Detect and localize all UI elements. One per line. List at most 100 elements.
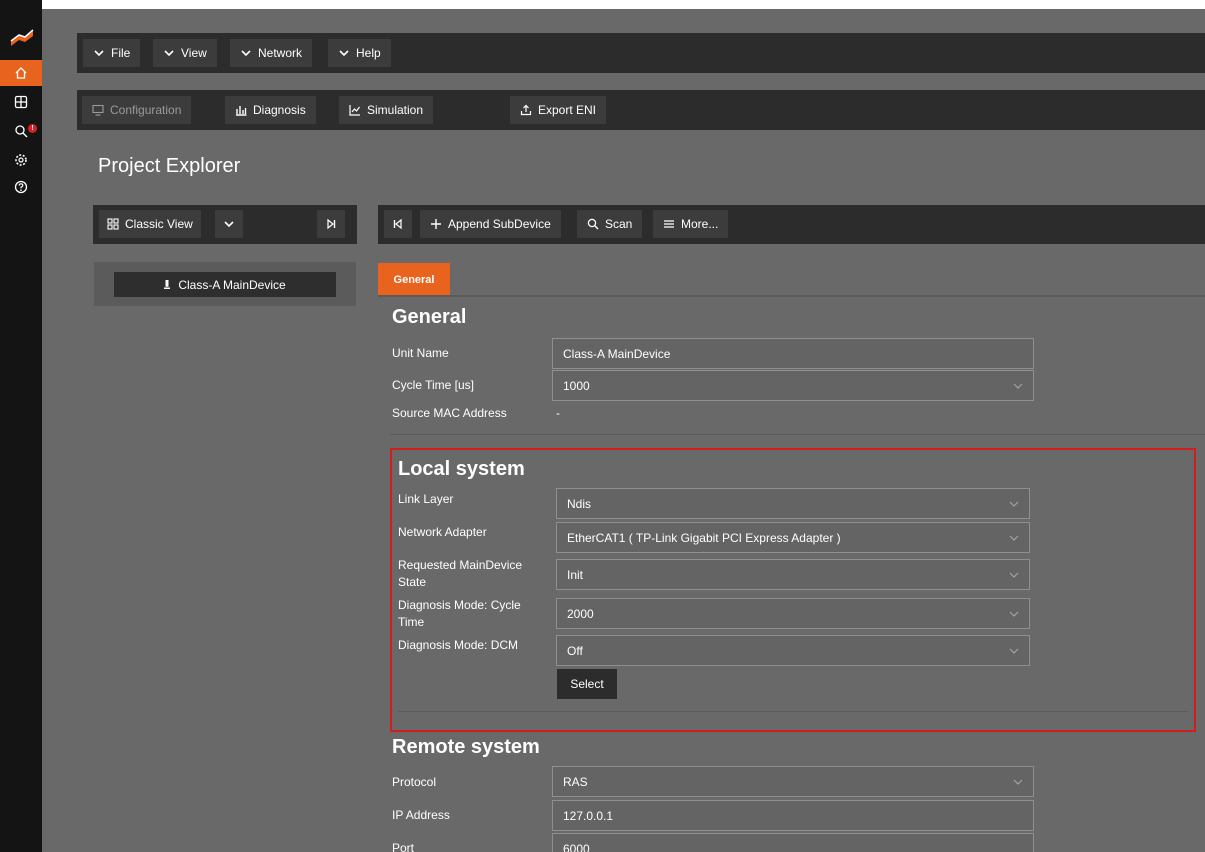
remote-system-heading: Remote system — [392, 736, 540, 758]
tab-general[interactable]: General — [378, 263, 450, 296]
append-subdevice-button[interactable]: Append SubDevice — [420, 210, 561, 238]
collapse-panel-button[interactable] — [317, 210, 345, 238]
cycle-time-select[interactable]: 1000 — [552, 370, 1034, 401]
requested-state-value: Init — [567, 567, 584, 582]
menu-bar: File View Network Help — [77, 33, 1205, 73]
tree-item-maindevice[interactable]: Class-A MainDevice — [114, 272, 336, 297]
local-system-heading: Local system — [398, 458, 525, 480]
grid-view-icon — [107, 218, 119, 230]
home-icon — [15, 67, 27, 79]
chevron-down-icon — [1013, 383, 1023, 389]
gear-icon — [15, 154, 27, 166]
nav-home[interactable] — [0, 60, 42, 86]
export-eni-button[interactable]: Export ENI — [510, 96, 607, 124]
icon-rail: ! — [0, 0, 42, 852]
mac-address-label: Source MAC Address — [392, 406, 507, 420]
explorer-tree: Class-A MainDevice — [94, 262, 356, 306]
nav-grid[interactable] — [0, 89, 42, 115]
more-button[interactable]: More... — [653, 210, 729, 238]
unit-name-value: Class-A MainDevice — [563, 346, 671, 361]
network-adapter-select[interactable]: EtherCAT1 ( TP-Link Gigabit PCI Express … — [556, 522, 1030, 553]
alert-badge: ! — [28, 124, 37, 133]
protocol-select[interactable]: RAS — [552, 766, 1034, 797]
port-value: 6000 — [563, 841, 590, 852]
more-label: More... — [681, 217, 719, 231]
device-toolbar: Append SubDevice Scan More... — [378, 205, 1205, 244]
chevron-down-icon — [224, 221, 234, 228]
chevron-down-icon — [241, 50, 251, 57]
diag-dcm-select[interactable]: Off — [556, 635, 1030, 666]
requested-state-select[interactable]: Init — [556, 559, 1030, 590]
network-adapter-label: Network Adapter — [398, 525, 487, 539]
bar-chart-icon — [236, 106, 247, 116]
chevron-down-icon — [1013, 779, 1023, 785]
link-layer-select[interactable]: Ndis — [556, 488, 1030, 519]
menu-network[interactable]: Network — [230, 39, 313, 67]
plus-icon — [431, 219, 441, 229]
menu-view-label: View — [181, 46, 207, 60]
port-field[interactable]: 6000 — [552, 833, 1034, 852]
toolbar: Configuration Diagnosis Simulation Expor… — [77, 90, 1205, 130]
device-icon — [164, 280, 171, 289]
append-subdevice-label: Append SubDevice — [448, 217, 551, 231]
expand-panel-button[interactable] — [384, 210, 412, 238]
nav-help[interactable] — [0, 174, 42, 200]
diag-cycle-select[interactable]: 2000 — [556, 598, 1030, 629]
skip-forward-icon — [327, 218, 336, 230]
export-eni-label: Export ENI — [538, 103, 597, 117]
chevron-down-icon — [339, 50, 349, 57]
nav-settings[interactable] — [0, 147, 42, 173]
line-chart-icon — [349, 105, 360, 116]
chevron-down-icon — [1009, 611, 1019, 617]
menu-help[interactable]: Help — [328, 39, 391, 67]
configuration-label: Configuration — [110, 103, 182, 117]
monitor-icon — [92, 104, 104, 116]
menu-help-label: Help — [356, 46, 381, 60]
diagnosis-label: Diagnosis — [253, 103, 306, 117]
port-label: Port — [392, 841, 415, 852]
requested-state-label: Requested MainDevice State — [398, 557, 522, 591]
diag-cycle-value: 2000 — [567, 606, 594, 621]
protocol-label: Protocol — [392, 775, 437, 789]
link-layer-value: Ndis — [567, 496, 592, 511]
simulation-button[interactable]: Simulation — [339, 96, 434, 124]
general-heading: General — [392, 306, 467, 328]
page-title: Project Explorer — [98, 155, 241, 177]
ip-address-value: 127.0.0.1 — [563, 808, 614, 823]
classic-view-label: Classic View — [125, 217, 193, 231]
chevron-down-icon — [1009, 501, 1019, 507]
menu-network-label: Network — [258, 46, 303, 60]
select-button[interactable]: Select — [557, 669, 617, 699]
grid-icon — [14, 95, 28, 109]
simulation-label: Simulation — [367, 103, 424, 117]
menu-file-label: File — [111, 46, 131, 60]
local-divider — [398, 711, 1188, 712]
view-dropdown-button[interactable] — [215, 210, 243, 238]
network-adapter-value: EtherCAT1 ( TP-Link Gigabit PCI Express … — [567, 530, 841, 545]
chevron-down-icon — [1009, 535, 1019, 541]
classic-view-button[interactable]: Classic View — [99, 210, 201, 238]
chevron-down-icon — [164, 50, 174, 57]
help-icon — [14, 180, 28, 194]
menu-icon — [664, 220, 674, 228]
diag-dcm-label: Diagnosis Mode: DCM — [398, 638, 519, 652]
export-icon — [520, 104, 532, 116]
diag-cycle-label: Diagnosis Mode: Cycle Time — [398, 597, 521, 631]
tree-item-label: Class-A MainDevice — [178, 277, 286, 292]
nav-diagnose[interactable]: ! — [0, 118, 42, 144]
search-icon — [587, 218, 599, 230]
tab-strip — [378, 295, 1205, 297]
chevron-down-icon — [94, 50, 104, 57]
unit-name-label: Unit Name — [392, 346, 449, 360]
configuration-button[interactable]: Configuration — [82, 96, 192, 124]
main-area: File View Network Help Configuration Dia… — [42, 9, 1205, 852]
scan-button[interactable]: Scan — [577, 210, 643, 238]
scan-label: Scan — [605, 217, 633, 231]
explorer-toolbar: Classic View — [93, 205, 357, 244]
menu-file[interactable]: File — [83, 39, 141, 67]
ip-address-field[interactable]: 127.0.0.1 — [552, 800, 1034, 831]
diagnosis-button[interactable]: Diagnosis — [225, 96, 316, 124]
menu-view[interactable]: View — [153, 39, 217, 67]
chevron-down-icon — [1009, 648, 1019, 654]
unit-name-field[interactable]: Class-A MainDevice — [552, 338, 1034, 369]
